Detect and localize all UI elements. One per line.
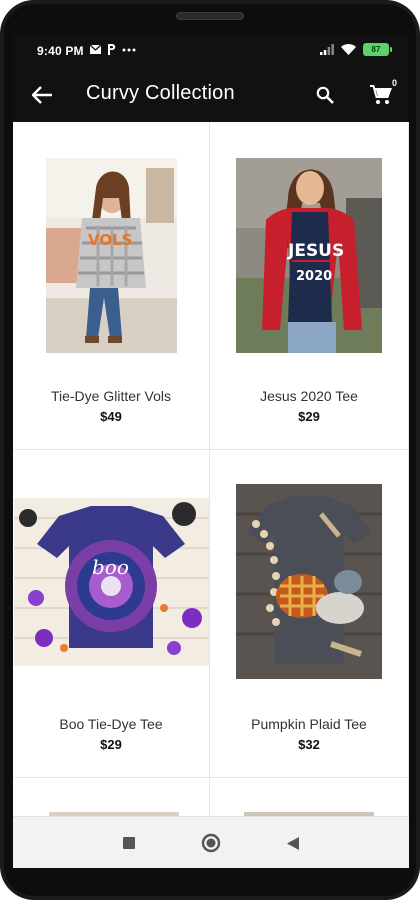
product-price: $29 (100, 737, 122, 752)
product-image[interactable]: boo (14, 498, 209, 666)
product-image[interactable]: VOLS (46, 158, 177, 353)
search-button[interactable] (311, 81, 339, 109)
battery-icon: 87 (363, 43, 392, 56)
notification-icons (90, 44, 136, 55)
svg-text:boo: boo (92, 555, 129, 579)
circle-icon (201, 833, 221, 853)
page-title: Curvy Collection (86, 82, 235, 104)
back-nav-button[interactable] (281, 831, 305, 855)
product-card[interactable]: VOLS Tie-Dye Glitter Vols $49 (13, 122, 210, 450)
status-bar: 9:40 PM 87 (13, 34, 409, 68)
cart-button[interactable]: 0 (365, 78, 397, 110)
status-time: 9:40 PM (37, 44, 84, 58)
system-icons: 87 (320, 43, 392, 56)
product-card[interactable]: boo Boo Tie-Dye Tee $29 (13, 450, 210, 778)
svg-text:VOLS: VOLS (88, 231, 132, 249)
product-photo-jesus-2020-tee: JESUS 2020 (236, 158, 382, 353)
product-price: $32 (298, 737, 320, 752)
cart-count-badge: 0 (391, 78, 397, 88)
product-photo-pumpkin-plaid-tee (236, 484, 382, 679)
back-button[interactable] (27, 80, 57, 110)
p-icon (108, 44, 116, 55)
svg-text:JESUS: JESUS (287, 241, 344, 261)
wifi-icon (341, 44, 356, 55)
square-icon (123, 837, 135, 849)
shopping-cart-icon (370, 85, 392, 104)
recents-button[interactable] (117, 831, 141, 855)
app-bar: Curvy Collection 0 (13, 68, 409, 122)
product-price: $29 (298, 409, 320, 424)
arrow-left-icon (32, 86, 52, 104)
earpiece-speaker (176, 12, 244, 20)
search-icon (316, 86, 334, 104)
product-price: $49 (100, 409, 122, 424)
product-photo-boo-tie-dye-tee: boo (14, 498, 209, 666)
product-name: Pumpkin Plaid Tee (251, 716, 367, 732)
more-icon (122, 48, 136, 51)
product-grid: VOLS Tie-Dye Glitter Vols $49 JESUS 2020… (13, 122, 409, 868)
product-name: Boo Tie-Dye Tee (59, 716, 163, 732)
triangle-back-icon (287, 836, 299, 850)
cellular-signal-icon (320, 44, 334, 55)
product-card[interactable]: JESUS 2020 Jesus 2020 Tee $29 (210, 122, 409, 450)
app-screen: 9:40 PM 87 Curvy Collection 0 VOLS Tie-D… (13, 34, 409, 868)
system-navigation-bar (13, 816, 409, 868)
product-name: Tie-Dye Glitter Vols (50, 388, 172, 404)
home-button[interactable] (199, 831, 223, 855)
product-photo-tie-dye-glitter-vols: VOLS (46, 158, 177, 353)
mail-icon (90, 45, 101, 54)
product-image[interactable] (236, 484, 382, 679)
svg-text:2020: 2020 (296, 269, 332, 284)
product-name: Jesus 2020 Tee (260, 388, 358, 404)
product-image[interactable]: JESUS 2020 (236, 158, 382, 353)
product-card[interactable]: Pumpkin Plaid Tee $32 (210, 450, 409, 778)
